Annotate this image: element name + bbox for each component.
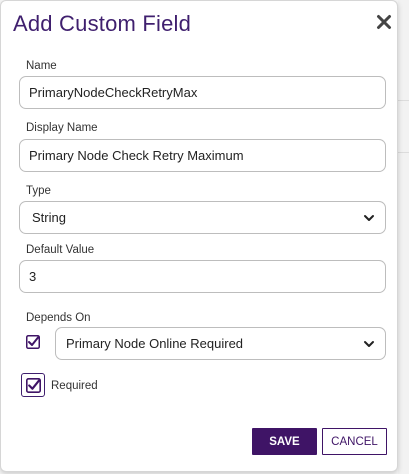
name-input[interactable]: PrimaryNodeCheckRetryMax [19,76,386,109]
display-name-label: Display Name [26,122,98,134]
checkmark-icon [25,377,41,393]
cancel-button[interactable]: CANCEL [322,428,387,455]
display-name-input-value: Primary Node Check Retry Maximum [29,148,244,163]
background-divider [398,152,409,153]
depends-on-checkbox[interactable] [26,335,40,349]
default-value-input-value: 3 [29,269,37,284]
close-icon [377,15,391,29]
required-checkbox[interactable] [21,373,45,397]
background-page-edge [398,0,409,474]
save-button[interactable]: SAVE [252,428,317,455]
checkmark-icon [26,335,40,349]
name-label: Name [26,60,57,72]
close-button[interactable] [371,9,397,35]
chevron-down-icon [364,340,374,347]
display-name-input[interactable]: Primary Node Check Retry Maximum [19,139,386,172]
required-label: Required [51,380,98,392]
default-value-label: Default Value [26,244,95,256]
page: Add Custom Field Name PrimaryNodeCheckRe… [0,0,409,474]
depends-on-select[interactable]: Primary Node Online Required [55,327,386,360]
depends-on-label: Depends On [26,312,91,324]
chevron-down-icon [364,214,374,221]
depends-on-select-value: Primary Node Online Required [66,336,244,351]
add-custom-field-dialog: Add Custom Field Name PrimaryNodeCheckRe… [0,0,398,472]
name-input-value: PrimaryNodeCheckRetryMax [29,85,198,100]
type-select[interactable]: String [19,201,386,234]
dialog-title: Add Custom Field [13,11,192,36]
default-value-input[interactable]: 3 [19,260,386,293]
background-divider [398,100,409,101]
type-select-value: String [32,210,66,225]
type-label: Type [26,185,51,197]
